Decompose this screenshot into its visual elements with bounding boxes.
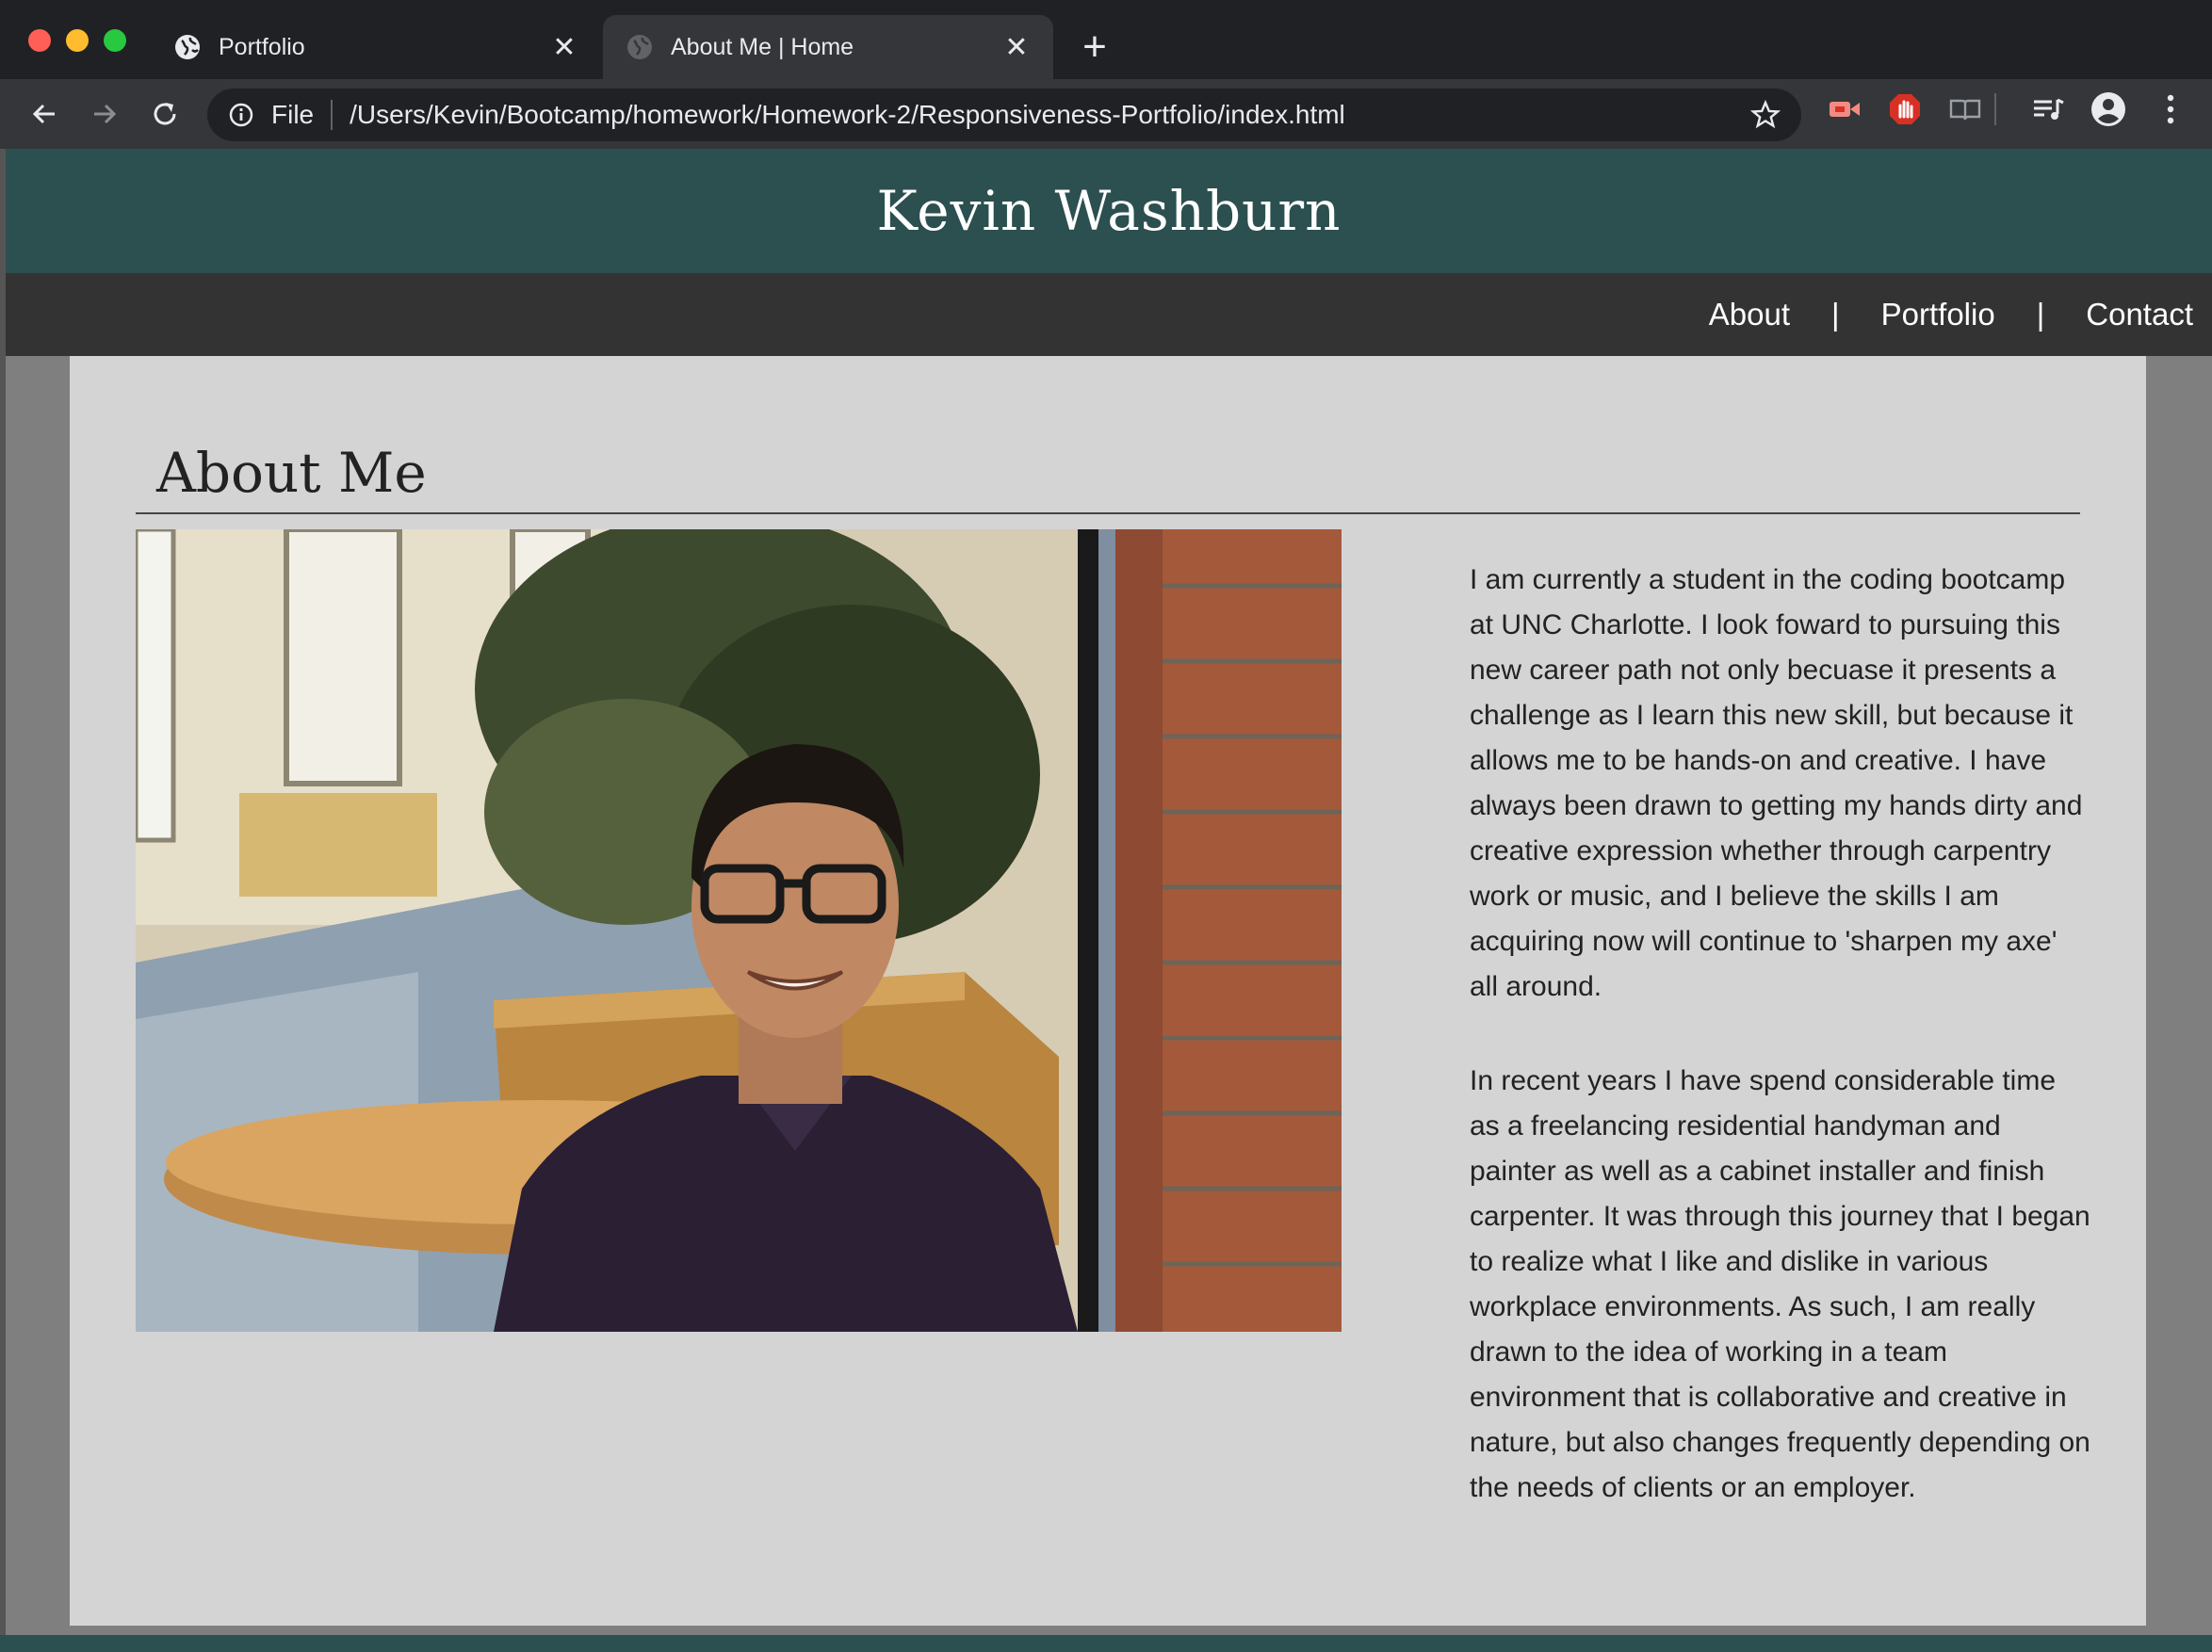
about-section: About Me I am currently a student in the…	[70, 356, 2146, 1626]
video-extension-icon	[1830, 102, 1860, 117]
forward-icon	[94, 104, 117, 124]
globe-icon	[175, 35, 200, 59]
tab-about-me[interactable]: About Me | Home ✕	[603, 15, 1053, 79]
heading-divider	[136, 512, 2080, 514]
adblock-icon[interactable]	[1886, 90, 1924, 128]
new-tab-button[interactable]: +	[1076, 23, 1114, 72]
tab-portfolio[interactable]: Portfolio ✕	[151, 15, 601, 79]
kebab-icon	[2167, 94, 2174, 124]
playlist-icon	[2034, 98, 2064, 120]
site-header: Kevin Washburn	[6, 149, 2212, 273]
tab-bar: Portfolio ✕ About Me | Home ✕ +	[0, 0, 2212, 79]
site-nav: About | Portfolio | Contact	[6, 273, 2212, 356]
portrait-image	[136, 529, 1342, 1332]
reload-button[interactable]	[143, 92, 187, 136]
bio-paragraph-1: I am currently a student in the coding b…	[1470, 564, 2083, 1002]
extension-icon[interactable]	[1826, 90, 1863, 128]
close-tab-icon[interactable]: ✕	[550, 31, 578, 64]
bio-paragraph-2: In recent years I have spend considerabl…	[1470, 1065, 2090, 1503]
url-scheme: File	[271, 100, 315, 129]
url-text[interactable]: /Users/Kevin/Bootcamp/homework/Homework-…	[350, 100, 1750, 130]
section-heading: About Me	[156, 441, 427, 505]
star-icon[interactable]	[1750, 100, 1781, 130]
address-separator	[331, 100, 333, 130]
toolbar-divider	[1993, 90, 1997, 128]
back-button[interactable]	[23, 92, 66, 136]
nav-separator: |	[1831, 297, 1840, 332]
address-bar[interactable]: File /Users/Kevin/Bootcamp/homework/Home…	[207, 89, 1801, 141]
info-icon[interactable]	[228, 102, 254, 128]
reading-list-icon[interactable]	[1946, 90, 1984, 128]
nav-contact-link[interactable]: Contact	[2086, 297, 2193, 332]
stop-hand-icon	[1890, 94, 1920, 124]
close-window-button[interactable]	[28, 29, 51, 52]
site-footer-strip	[0, 1635, 2212, 1652]
bio-text: I am currently a student in the coding b…	[1470, 558, 2091, 1560]
nav-portfolio-link[interactable]: Portfolio	[1881, 297, 1995, 332]
avatar-icon	[2091, 92, 2125, 126]
window-edge	[0, 149, 6, 1652]
nav-separator: |	[2036, 297, 2045, 332]
book-icon	[1949, 99, 1981, 121]
menu-icon[interactable]	[2152, 90, 2189, 128]
profile-photo	[136, 529, 1342, 1332]
forward-button[interactable]	[83, 92, 126, 136]
browser-toolbar: File /Users/Kevin/Bootcamp/homework/Home…	[0, 79, 2212, 149]
site-title: Kevin Washburn	[876, 179, 1342, 243]
back-icon	[32, 104, 55, 124]
globe-icon	[627, 35, 652, 59]
minimize-window-button[interactable]	[66, 29, 89, 52]
nav-about-link[interactable]: About	[1709, 297, 1790, 332]
close-tab-icon[interactable]: ✕	[1002, 31, 1031, 64]
tab-title: About Me | Home	[671, 33, 854, 60]
media-icon[interactable]	[2029, 90, 2067, 128]
reload-icon	[154, 103, 176, 125]
maximize-window-button[interactable]	[104, 29, 126, 52]
tab-title: Portfolio	[219, 33, 305, 60]
profile-icon[interactable]	[2090, 90, 2127, 128]
